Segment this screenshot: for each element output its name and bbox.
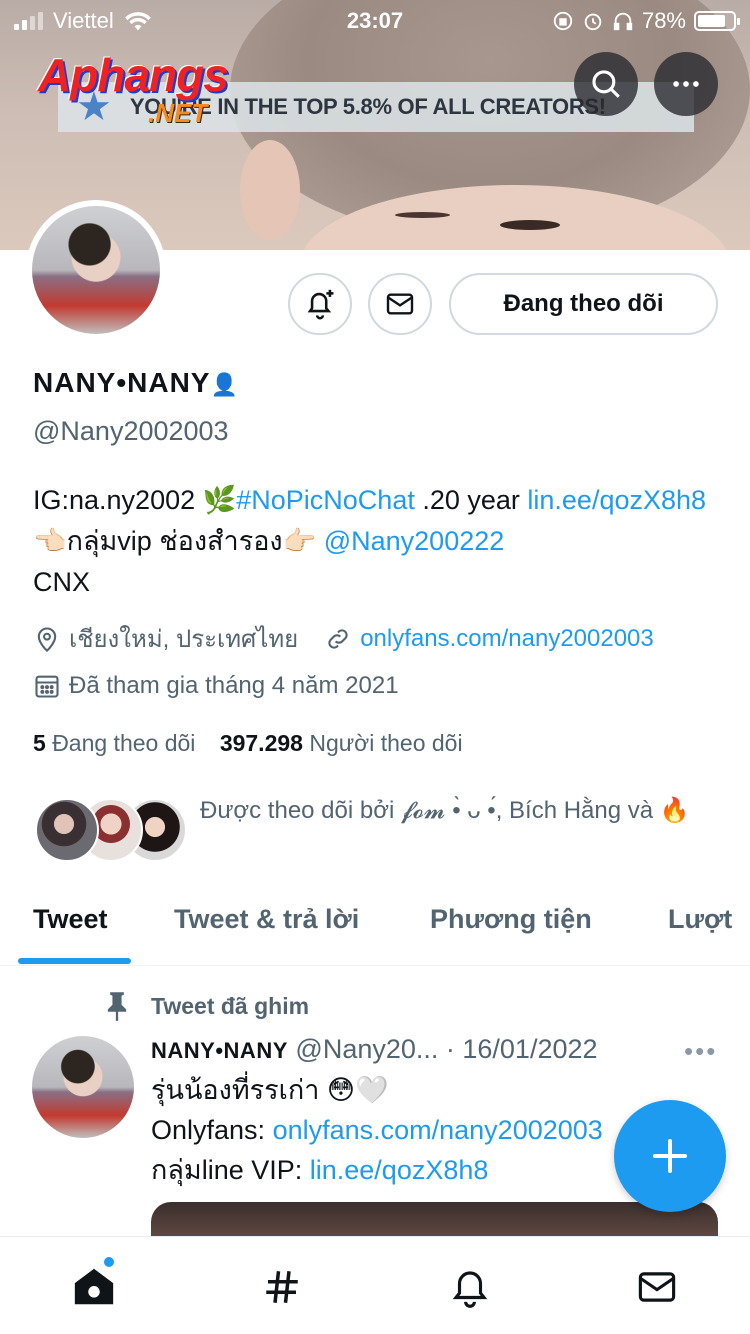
headphones-icon bbox=[613, 12, 633, 31]
pinned-label-row: Tweet đã ghim bbox=[103, 990, 309, 1022]
watermark-logo: Aphangs .NET bbox=[38, 48, 268, 138]
tab-indicator bbox=[18, 958, 131, 964]
nav-explore[interactable] bbox=[258, 1263, 306, 1311]
orientation-lock-icon bbox=[553, 11, 573, 31]
bell-plus-icon bbox=[307, 289, 334, 320]
search-icon bbox=[592, 70, 620, 98]
joined-row: Đã tham gia tháng 4 năm 2021 bbox=[33, 672, 399, 700]
plus-icon bbox=[653, 1139, 687, 1173]
more-options-button[interactable] bbox=[654, 52, 718, 116]
display-name-suffix: 👤 bbox=[210, 372, 239, 397]
calendar-icon bbox=[35, 675, 59, 698]
tweet-line-1: รุ่นน้องที่รรเก่า 😳🤍 bbox=[151, 1075, 389, 1105]
tweet-author-name[interactable]: NANY•NANY bbox=[151, 1038, 288, 1063]
tab-tweets[interactable]: Tweet bbox=[33, 904, 108, 935]
bio-text-4: CNX bbox=[33, 567, 91, 597]
tweet-more-icon[interactable]: ••• bbox=[684, 1036, 717, 1067]
banner-ear bbox=[240, 140, 300, 240]
banner-eye-left bbox=[395, 212, 450, 218]
location-text: เชียงใหม่, ประเทศไทย bbox=[69, 626, 299, 653]
display-name-text: NANY•NANY bbox=[33, 367, 211, 398]
tweet-handle-date: @Nany20... · 16/01/2022 bbox=[295, 1034, 598, 1064]
profile-bio: IG:na.ny2002 🌿#NoPicNoChat .20 year lin.… bbox=[33, 480, 723, 603]
bio-text-3: 👈🏻กลุ่มvip ช่องสำรอง👉🏻 bbox=[33, 526, 324, 556]
bio-text-2: .20 year bbox=[414, 485, 528, 515]
following-count-link[interactable]: 5 Đang theo dõi bbox=[33, 730, 195, 756]
battery-percent: 78% bbox=[641, 8, 686, 33]
mutual-followers-avatars[interactable] bbox=[35, 798, 187, 864]
more-icon bbox=[673, 81, 699, 87]
hashtag-icon bbox=[266, 1271, 298, 1303]
followers-count: 397.298 bbox=[219, 730, 303, 756]
bio-link[interactable]: lin.ee/qozX8h8 bbox=[527, 485, 706, 515]
following-button[interactable]: Đang theo dõi bbox=[449, 273, 718, 335]
avatar-image bbox=[32, 206, 160, 334]
banner-eye-right bbox=[500, 220, 560, 230]
mail-icon bbox=[386, 293, 414, 315]
home-icon bbox=[74, 1268, 114, 1305]
tweet-avatar[interactable] bbox=[32, 1036, 134, 1138]
pinned-label: Tweet đã ghim bbox=[151, 992, 310, 1019]
following-count: 5 bbox=[33, 730, 46, 756]
nav-home[interactable] bbox=[70, 1263, 118, 1311]
tweet-onlyfans-link[interactable]: onlyfans.com/nany2002003 bbox=[273, 1115, 603, 1145]
alarm-icon bbox=[584, 13, 602, 31]
joined-text: Đã tham gia tháng 4 năm 2021 bbox=[69, 672, 399, 699]
tab-tweets-replies[interactable]: Tweet & trả lời bbox=[174, 904, 359, 935]
tweet-header: NANY•NANY @Nany20... · 16/01/2022 bbox=[151, 1034, 598, 1065]
watermark-main: Aphangs bbox=[38, 49, 229, 101]
search-button[interactable] bbox=[574, 52, 638, 116]
following-label: Đang theo dõi bbox=[52, 730, 196, 756]
bio-hashtag[interactable]: #NoPicNoChat bbox=[236, 485, 415, 515]
pin-icon bbox=[107, 992, 127, 1021]
tab-likes[interactable]: Lượt bbox=[668, 904, 732, 935]
profile-tabs: Tweet Tweet & trả lời Phương tiện Lượt bbox=[0, 890, 750, 966]
mail-icon bbox=[638, 1272, 676, 1302]
followers-label: Người theo dõi bbox=[309, 730, 463, 756]
message-button[interactable] bbox=[368, 273, 432, 335]
nav-messages[interactable] bbox=[633, 1263, 681, 1311]
bell-icon bbox=[452, 1271, 488, 1308]
follow-counts: 5 Đang theo dõi 397.298 Người theo dõi bbox=[33, 730, 463, 757]
link-icon bbox=[328, 628, 348, 649]
bio-mention[interactable]: @Nany200222 bbox=[324, 526, 505, 556]
profile-avatar[interactable] bbox=[26, 200, 166, 340]
nav-notifications[interactable] bbox=[446, 1263, 494, 1311]
followed-by-text[interactable]: Được theo dõi bởi 𝓯𝓸𝓶 •̀ ᴗ •́, Bích Hằng… bbox=[200, 792, 720, 830]
user-handle: @Nany2002003 bbox=[33, 416, 229, 446]
new-content-dot bbox=[104, 1257, 114, 1267]
followers-count-link[interactable]: 397.298 Người theo dõi bbox=[220, 730, 463, 756]
watermark-sub: .NET bbox=[148, 98, 208, 128]
profile-meta-row: เชียงใหม่, ประเทศไทย onlyfans.com/nany20… bbox=[33, 619, 654, 658]
location-icon bbox=[37, 627, 57, 652]
tweet-line-2-prefix: Onlyfans: bbox=[151, 1115, 273, 1145]
website-link[interactable]: onlyfans.com/nany2002003 bbox=[360, 625, 654, 653]
status-bar: Viettel 23:07 78% bbox=[0, 0, 750, 42]
bio-text-1: IG:na.ny2002 🌿 bbox=[33, 485, 237, 515]
display-name: NANY•NANY👤 bbox=[33, 367, 239, 399]
bottom-navigation bbox=[0, 1236, 750, 1334]
avatar bbox=[35, 798, 99, 862]
compose-tweet-button[interactable] bbox=[614, 1100, 726, 1212]
tweet-line-link[interactable]: lin.ee/qozX8h8 bbox=[310, 1155, 489, 1185]
tab-media[interactable]: Phương tiện bbox=[430, 904, 592, 935]
battery-icon bbox=[694, 11, 740, 31]
tweet-line-3-prefix: กลุ่มline VIP: bbox=[151, 1155, 310, 1185]
notify-button[interactable] bbox=[288, 273, 352, 335]
battery-fill bbox=[698, 15, 725, 27]
